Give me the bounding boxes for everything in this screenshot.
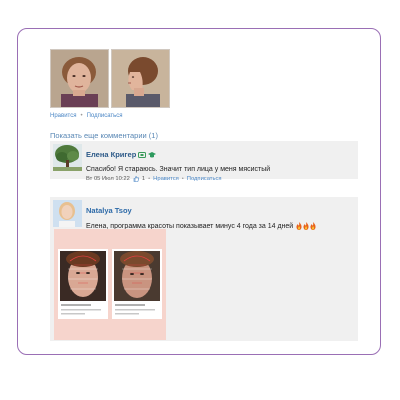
like-link[interactable]: Нравится [153, 176, 179, 182]
separator-dot: • [80, 113, 83, 119]
author-name[interactable]: Елена Кригер [86, 150, 136, 159]
comparison-image[interactable] [54, 229, 166, 340]
subscribe-link[interactable]: Подписаться [187, 176, 222, 182]
face-comparison-image [54, 229, 166, 340]
comment-meta: Вт 05 Июл 10:22 1 • Нравится • Подписать… [86, 176, 354, 182]
fire-icon [303, 222, 309, 230]
comment-body: Natalya Tsoy Елена, программа красоты по… [86, 200, 354, 230]
tree-avatar-icon [53, 144, 82, 171]
comment-text: Спасибо! Я стараюсь. Значит тип лица у м… [86, 166, 271, 173]
thumbs-up-icon[interactable] [133, 176, 139, 182]
woman-avatar-icon [53, 200, 82, 227]
avatar[interactable] [53, 144, 82, 171]
comment-item: Елена Кригер Спасибо! Я стараюсь. Значит… [50, 141, 358, 182]
verified-icon [138, 151, 147, 158]
comment-author: Natalya Tsoy [86, 206, 132, 215]
after-photo[interactable] [111, 49, 170, 108]
post-actions: Нравится • Подписаться [50, 113, 123, 119]
show-more-comments-link[interactable]: Показать еще комментарии (1) [50, 131, 158, 140]
graduation-cap-icon [148, 151, 157, 157]
fire-icon [296, 222, 302, 230]
author-name[interactable]: Natalya Tsoy [86, 206, 132, 215]
comment-author: Елена Кригер [86, 150, 157, 159]
woman-portrait-front-icon [51, 50, 108, 107]
fire-icon [310, 222, 316, 230]
like-count: 1 [141, 176, 146, 182]
comment-date: Вт 05 Июл 10:22 [86, 176, 130, 182]
separator-dot: • [148, 176, 151, 182]
separator-dot: • [181, 176, 184, 182]
before-photo[interactable] [50, 49, 109, 108]
like-link[interactable]: Нравится [50, 113, 76, 119]
post-card: Нравится • Подписаться Показать еще коммен… [17, 28, 381, 355]
woman-portrait-side-icon [112, 50, 169, 107]
avatar[interactable] [53, 200, 82, 227]
comment-item: Natalya Tsoy Елена, программа красоты по… [50, 197, 358, 341]
comment-body: Елена Кригер Спасибо! Я стараюсь. Значит… [86, 144, 354, 182]
subscribe-link[interactable]: Подписаться [87, 113, 123, 119]
